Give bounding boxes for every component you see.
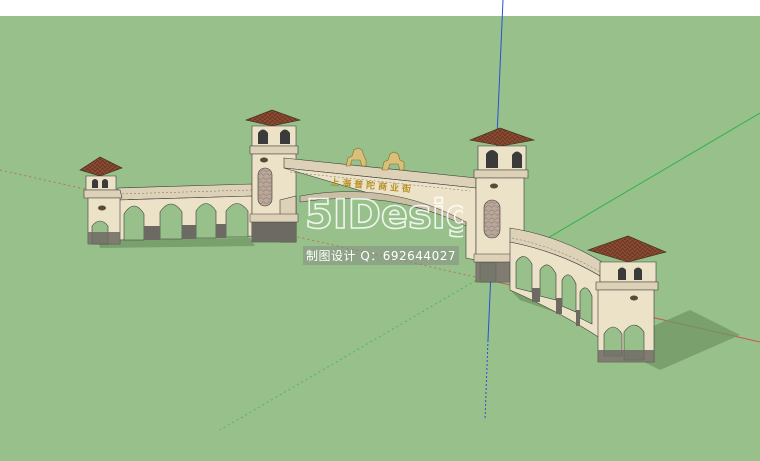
green-axis-hidden <box>219 277 481 431</box>
left-main-tower[interactable] <box>244 109 302 243</box>
watermark-logo-text: 5IDesign <box>305 192 463 238</box>
watermark-caption: 制图设计 Q：692644027 <box>303 246 459 265</box>
left-colonnade[interactable] <box>117 183 253 241</box>
blue-axis-hidden <box>484 339 489 421</box>
right-small-tower[interactable] <box>587 235 667 363</box>
left-small-tower[interactable] <box>79 156 123 245</box>
right-colonnade[interactable] <box>509 227 603 339</box>
sketchup-viewport[interactable]: 上海普陀商业街 5IDesig 制图设计 Q：692644027 <box>0 0 760 461</box>
watermark-logo: 5IDesign <box>303 190 503 239</box>
